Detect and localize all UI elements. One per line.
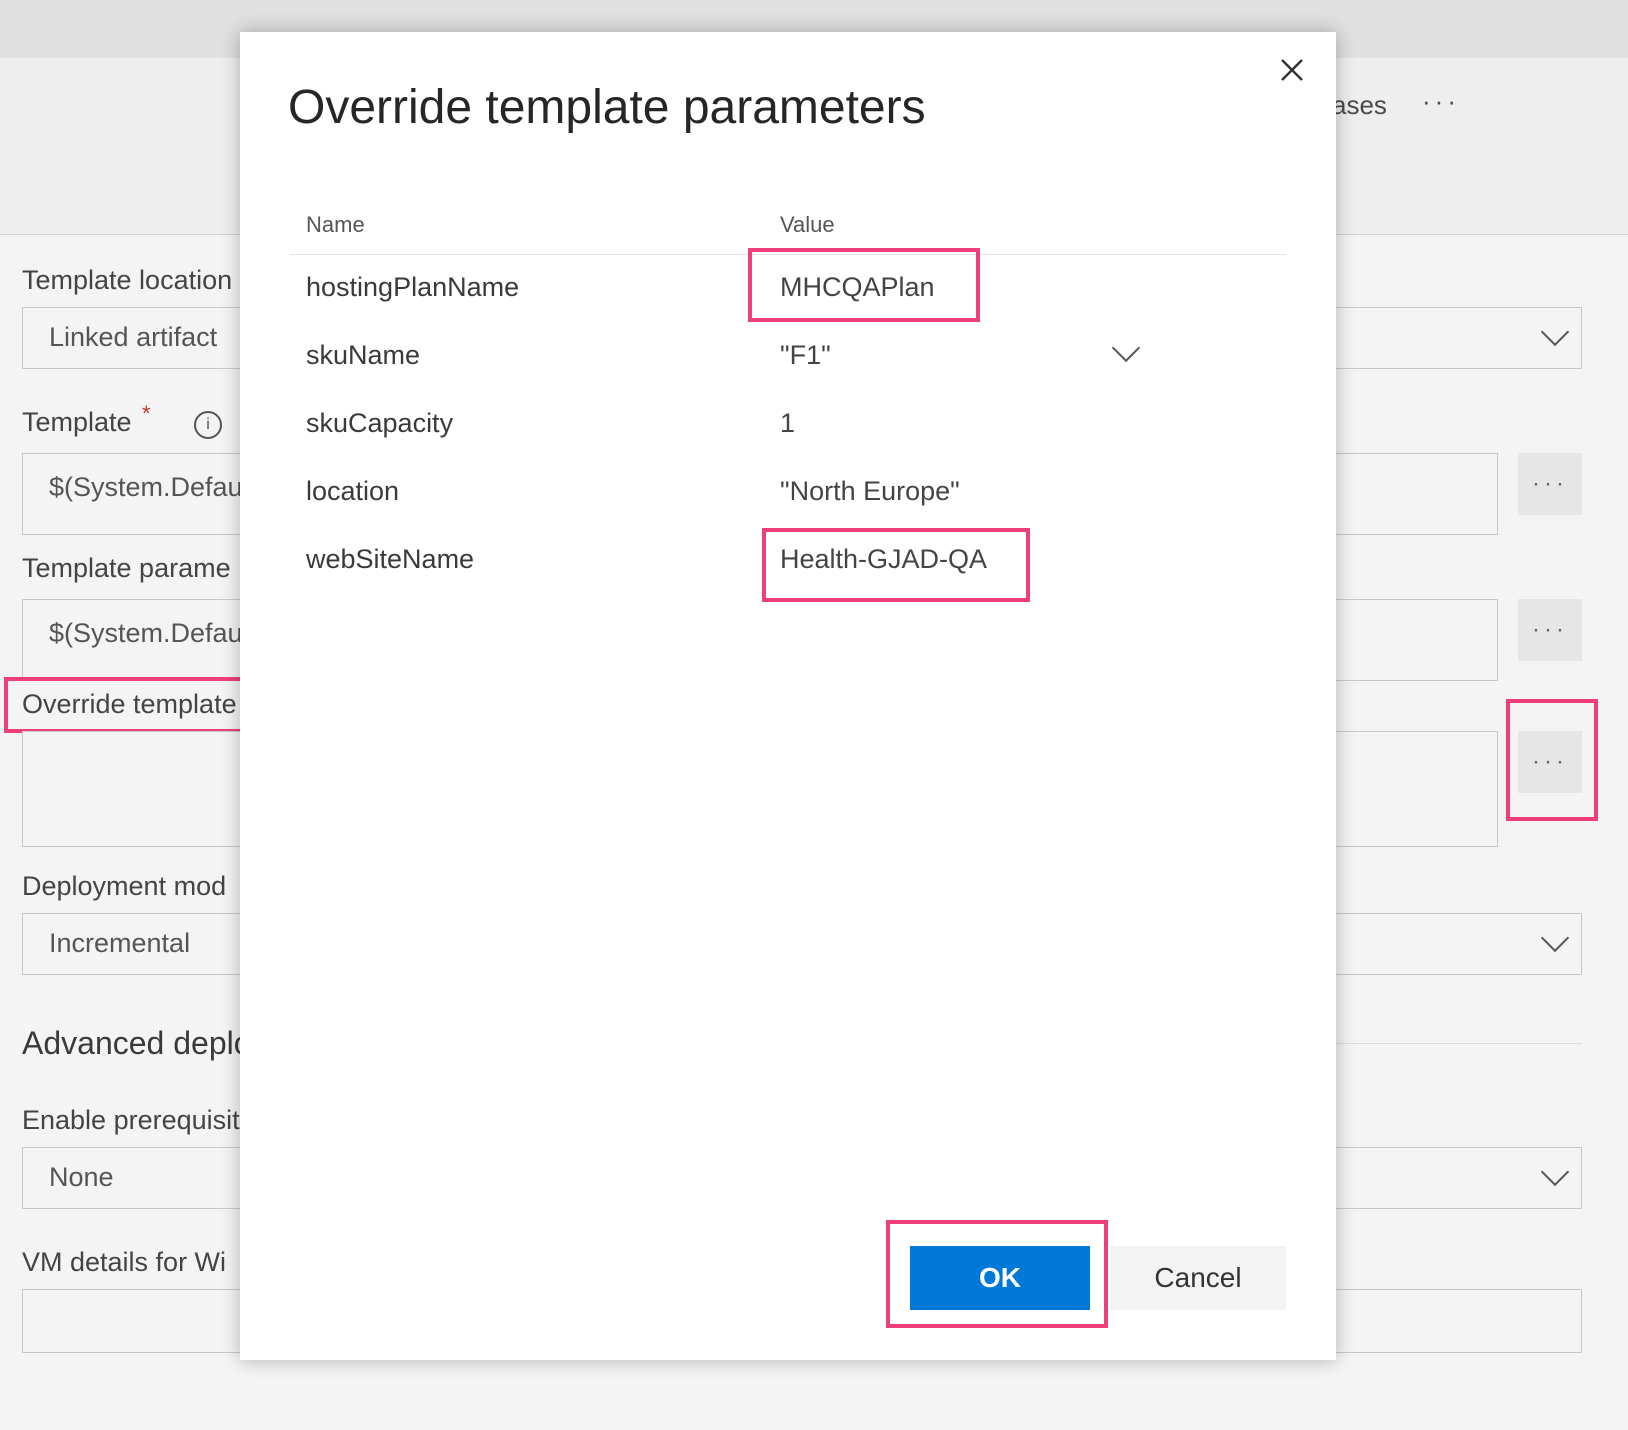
param-value-input[interactable]: MHCQAPlan bbox=[780, 272, 935, 303]
template-location-value: Linked artifact bbox=[49, 322, 218, 352]
param-name: webSiteName bbox=[306, 544, 475, 574]
chevron-down-icon[interactable] bbox=[1111, 333, 1141, 363]
chevron-down-icon bbox=[1540, 317, 1570, 347]
override-button-highlight bbox=[1506, 699, 1598, 821]
chevron-down-icon bbox=[1540, 923, 1570, 953]
template-parameters-browse-button[interactable]: ··· bbox=[1518, 599, 1582, 661]
param-value-input[interactable]: 1 bbox=[780, 408, 795, 439]
close-icon[interactable] bbox=[1272, 50, 1312, 90]
param-value-input[interactable]: "North Europe" bbox=[780, 476, 960, 507]
param-value-input[interactable]: Health-GJAD-QA bbox=[780, 544, 987, 575]
param-name: skuCapacity bbox=[306, 408, 454, 438]
template-browse-button[interactable]: ··· bbox=[1518, 453, 1582, 515]
info-icon[interactable]: i bbox=[194, 411, 222, 439]
chevron-down-icon bbox=[1540, 1157, 1570, 1187]
template-value: $(System.Defau bbox=[49, 472, 243, 502]
cancel-button[interactable]: Cancel bbox=[1110, 1246, 1286, 1310]
column-header-value: Value bbox=[780, 212, 835, 237]
param-name: hostingPlanName bbox=[306, 272, 520, 302]
column-header-name: Name bbox=[306, 212, 365, 237]
template-label: Template bbox=[22, 407, 132, 437]
param-name: skuName bbox=[306, 340, 421, 370]
override-parameters-label: Override template bbox=[22, 689, 237, 719]
ok-button[interactable]: OK bbox=[910, 1246, 1090, 1310]
nav-more-icon[interactable]: ··· bbox=[1422, 86, 1460, 117]
param-value-select[interactable]: "F1" bbox=[780, 340, 831, 371]
enable-prerequisites-value: None bbox=[49, 1162, 114, 1192]
nav-tab-releases[interactable]: ases bbox=[1332, 90, 1387, 121]
vm-details-label: VM details for Wi bbox=[22, 1247, 227, 1277]
enable-prerequisites-label: Enable prerequisit bbox=[22, 1105, 240, 1135]
template-parameters-label: Template parame bbox=[22, 553, 231, 583]
required-marker: * bbox=[142, 401, 151, 426]
deployment-mode-label: Deployment mod bbox=[22, 871, 227, 901]
template-parameters-value: $(System.Defau bbox=[49, 618, 243, 648]
deployment-mode-value: Incremental bbox=[49, 928, 191, 958]
advanced-section-heading[interactable]: Advanced deplo bbox=[22, 1025, 252, 1062]
dialog-title: Override template parameters bbox=[288, 81, 926, 134]
param-name: location bbox=[306, 476, 400, 506]
override-parameters-dialog: Override template parameters Name Value … bbox=[240, 32, 1336, 1360]
template-location-label: Template location bbox=[22, 265, 233, 295]
